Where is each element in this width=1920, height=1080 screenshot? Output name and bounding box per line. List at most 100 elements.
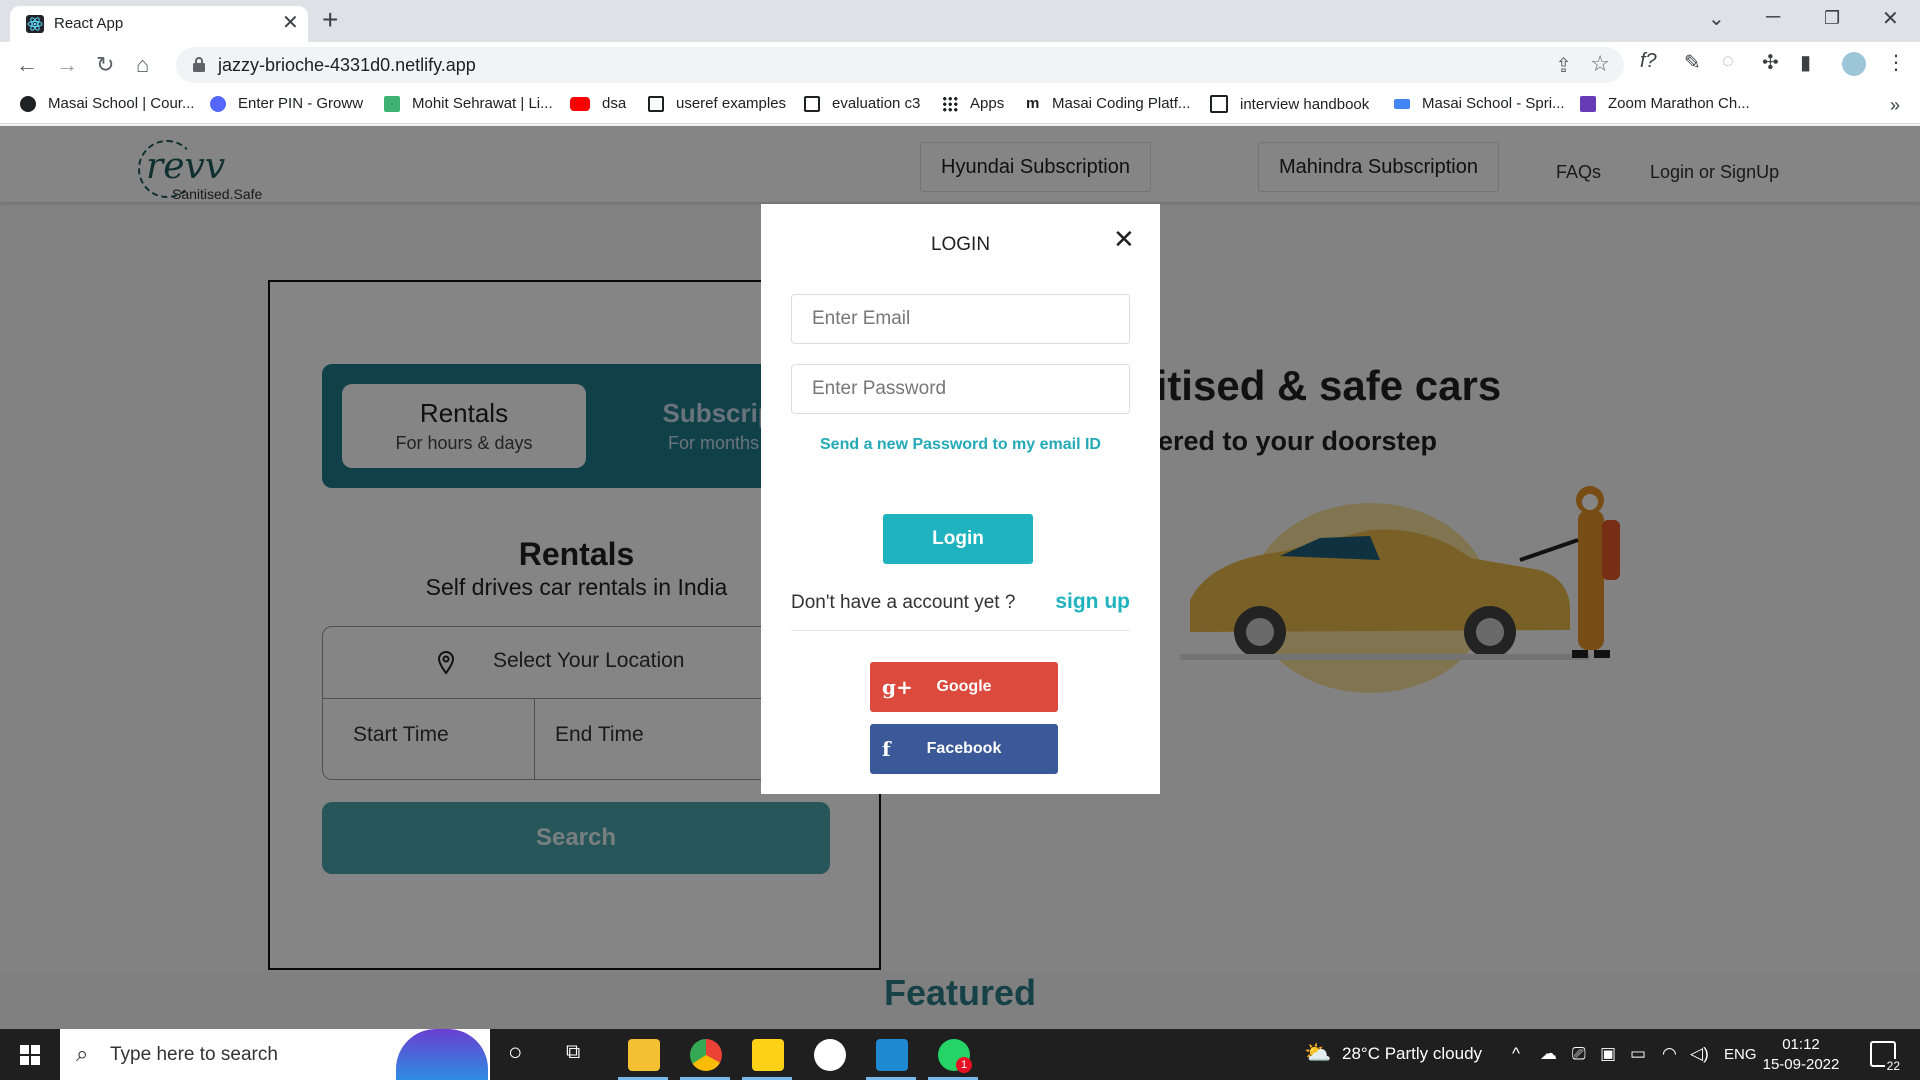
- bookmark-masai-coding[interactable]: m Masai Coding Platf...: [1026, 95, 1190, 112]
- bookmark-label: Enter PIN - Groww: [238, 95, 364, 112]
- menu-kebab-icon[interactable]: ⋮: [1886, 50, 1906, 75]
- window-close-icon[interactable]: ✕: [1882, 6, 1899, 31]
- notification-count: 22: [1884, 1059, 1902, 1073]
- notion-icon: [1210, 95, 1228, 113]
- home-icon[interactable]: ⌂: [136, 52, 149, 78]
- bookmark-mohit-sehrawat[interactable]: Mohit Sehrawat | Li...: [384, 95, 553, 112]
- taskbar-search-placeholder: Type here to search: [110, 1044, 278, 1065]
- url-text: jazzy-brioche-4331d0.netlify.app: [218, 55, 476, 75]
- extension-circle-icon[interactable]: ◌: [1722, 50, 1734, 73]
- reload-icon[interactable]: ↻: [96, 52, 114, 78]
- display-icon[interactable]: ▣: [1600, 1044, 1616, 1064]
- forward-arrow-icon[interactable]: →: [56, 52, 78, 78]
- file-explorer-icon[interactable]: [628, 1039, 660, 1071]
- chrome-icon[interactable]: [690, 1039, 722, 1071]
- facebook-login-button[interactable]: f Facebook: [870, 724, 1058, 774]
- profile-avatar[interactable]: [1842, 52, 1866, 76]
- bookmark-label: evaluation c3: [832, 95, 921, 112]
- bookmark-label: dsa: [602, 95, 627, 112]
- bookmark-label: Masai School - Spri...: [1422, 95, 1565, 112]
- bookmark-groww[interactable]: Enter PIN - Groww: [210, 95, 363, 112]
- address-bar[interactable]: jazzy-brioche-4331d0.netlify.app ⇪ ☆: [176, 47, 1624, 83]
- search-icon: ⌕: [76, 1041, 89, 1066]
- new-tab-button[interactable]: +: [322, 4, 338, 36]
- masai-m-icon: m: [1026, 94, 1040, 112]
- bookmark-evaluation-c3[interactable]: evaluation c3: [804, 95, 920, 112]
- mongodb-compass-icon[interactable]: [814, 1039, 846, 1071]
- square-icon: [804, 95, 820, 112]
- react-favicon-icon: [26, 15, 44, 33]
- bookmark-apps[interactable]: Apps: [942, 95, 1004, 112]
- login-modal-title: LOGIN: [930, 234, 991, 255]
- restore-icon[interactable]: ❐: [1824, 8, 1840, 29]
- volume-icon[interactable]: ◁): [1690, 1044, 1709, 1064]
- bookmark-interview-handbook[interactable]: interview handbook: [1210, 95, 1369, 113]
- meet-now-icon[interactable]: ⎚: [1572, 1044, 1586, 1064]
- language-indicator[interactable]: ENG: [1724, 1046, 1757, 1063]
- forms-icon: [1580, 95, 1596, 112]
- wifi-icon[interactable]: ◠: [1662, 1044, 1677, 1064]
- system-clock[interactable]: 01:12 15-09-2022: [1756, 1035, 1846, 1075]
- clock-time: 01:12: [1782, 1036, 1820, 1053]
- apps-grid-icon: [942, 95, 958, 112]
- no-account-text: Don't have a account yet ?: [791, 592, 1016, 613]
- bookmark-zoom-marathon[interactable]: Zoom Marathon Ch...: [1580, 95, 1750, 112]
- onedrive-icon[interactable]: ☁: [1540, 1044, 1557, 1064]
- bookmark-dsa[interactable]: dsa: [570, 95, 626, 112]
- email-field[interactable]: Enter Email: [791, 294, 1130, 344]
- bookmark-label: Apps: [970, 95, 1005, 112]
- bookmark-masai-sprint[interactable]: Masai School - Spri...: [1394, 95, 1565, 112]
- sticky-notes-icon[interactable]: [752, 1039, 784, 1071]
- share-icon[interactable]: ⇪: [1555, 53, 1572, 78]
- task-view-icon[interactable]: ⧉: [566, 1041, 580, 1064]
- puzzle-extensions-icon[interactable]: ✣: [1762, 50, 1779, 75]
- clock-date: 15-09-2022: [1762, 1056, 1840, 1073]
- weather-cloud-icon[interactable]: ⛅: [1304, 1040, 1331, 1066]
- bookmarks-bar: Masai School | Cour... Enter PIN - Groww…: [0, 88, 1920, 124]
- taskbar-search-box[interactable]: ⌕ Type here to search: [60, 1029, 490, 1080]
- search-highlight-globe-icon: [396, 1029, 488, 1080]
- google-login-button[interactable]: g+ Google: [870, 662, 1058, 712]
- password-field[interactable]: Enter Password: [791, 364, 1130, 414]
- reset-password-link[interactable]: Send a new Password to my email ID: [761, 436, 1160, 454]
- cortana-icon[interactable]: ○: [508, 1039, 523, 1067]
- facebook-icon: f: [882, 737, 891, 761]
- modal-close-icon[interactable]: ✕: [1113, 226, 1135, 252]
- youtube-icon: [570, 96, 590, 111]
- facebook-button-label: Facebook: [926, 740, 1002, 757]
- bookmark-label: Masai Coding Platf...: [1052, 95, 1191, 112]
- lock-icon: [193, 57, 205, 72]
- whatsapp-badge: 1: [956, 1057, 972, 1073]
- windows-taskbar: ⌕ Type here to search ○ ⧉ 1 ⛅ 28°C Partl…: [0, 1029, 1920, 1080]
- battery-icon[interactable]: ▭: [1630, 1044, 1646, 1064]
- tray-chevron-icon[interactable]: ^: [1512, 1044, 1520, 1064]
- signup-link[interactable]: sign up: [1055, 590, 1130, 614]
- bookmark-star-icon[interactable]: ☆: [1590, 51, 1610, 77]
- formula-extension-icon[interactable]: f?: [1640, 50, 1657, 73]
- pen-extension-icon[interactable]: ✎: [1684, 50, 1701, 75]
- browser-tab-react-app[interactable]: React App ✕: [10, 6, 308, 42]
- masai-icon: [20, 95, 36, 112]
- sprint-icon: [1394, 98, 1410, 109]
- weather-text[interactable]: 28°C Partly cloudy: [1342, 1044, 1482, 1064]
- browser-toolbar: ← → ↻ ⌂ jazzy-brioche-4331d0.netlify.app…: [0, 42, 1920, 88]
- bookmark-label: Zoom Marathon Ch...: [1608, 95, 1750, 112]
- tab-close-icon[interactable]: ✕: [282, 12, 299, 34]
- windows-start-icon[interactable]: [20, 1045, 40, 1065]
- minimize-icon[interactable]: ─: [1766, 6, 1780, 29]
- back-arrow-icon[interactable]: ←: [16, 52, 38, 78]
- google-button-label: Google: [936, 678, 992, 695]
- tab-title: React App: [54, 15, 124, 32]
- linkedin-icon: [384, 95, 400, 112]
- bookmark-masai-school[interactable]: Masai School | Cour...: [20, 95, 194, 112]
- groww-icon: [210, 95, 226, 112]
- login-button[interactable]: Login: [883, 514, 1033, 564]
- tab-search-chevron-icon[interactable]: ⌄: [1708, 6, 1725, 31]
- modal-divider: [791, 630, 1130, 631]
- notification-center-icon[interactable]: 22: [1870, 1041, 1902, 1073]
- bookmark-label: useref examples: [676, 95, 787, 112]
- bookmarks-overflow-icon[interactable]: »: [1890, 95, 1900, 116]
- bookmark-useref-examples[interactable]: useref examples: [648, 95, 786, 112]
- side-panel-icon[interactable]: ▮: [1800, 50, 1811, 75]
- vscode-icon[interactable]: [876, 1039, 908, 1071]
